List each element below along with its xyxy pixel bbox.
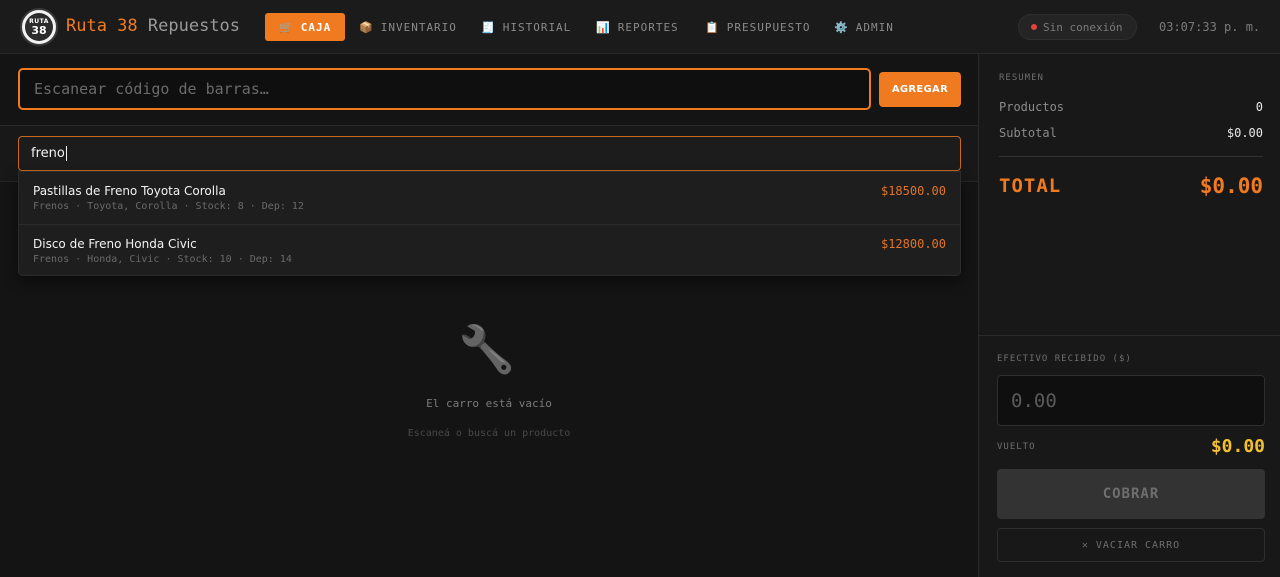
brand-name: Ruta 38 Repuestos — [66, 16, 240, 36]
gear-icon: ⚙️ — [834, 20, 849, 34]
brand-name-accent: Ruta 38 — [66, 16, 138, 36]
nav-tab-label: CAJA — [300, 20, 332, 34]
nav-tab-label: REPORTES — [617, 20, 679, 34]
brand-logo[interactable]: RUTA 38 — [20, 8, 58, 46]
charge-button[interactable]: COBRAR — [997, 469, 1265, 519]
add-button[interactable]: AGREGAR — [879, 72, 961, 107]
checkout-sidebar: RESUMEN Productos 0 Subtotal $0.00 TOTAL… — [978, 54, 1280, 577]
offline-dot-icon — [1031, 24, 1037, 30]
change-label: VUELTO — [997, 441, 1036, 452]
cash-received-label: EFECTIVO RECIBIDO ($) — [997, 354, 1132, 364]
barcode-scan-placeholder: Escanear código de barras… — [34, 80, 269, 98]
receipt-icon: 🧾 — [481, 20, 496, 34]
summary-heading: RESUMEN — [999, 73, 1044, 83]
subtotal-value: $0.00 — [1226, 126, 1263, 140]
change-row: VUELTO $0.00 — [997, 436, 1265, 457]
cash-received-placeholder: 0.00 — [1011, 389, 1057, 412]
connection-status-text: Sin conexión — [1043, 20, 1123, 34]
clipboard-icon: 📋 — [705, 20, 720, 34]
product-search-input[interactable]: freno — [18, 136, 961, 171]
empty-cart-title: El carro está vacío — [426, 397, 552, 410]
result-product-name: Pastillas de Freno Toyota Corolla — [33, 184, 226, 198]
nav-tab-admin[interactable]: ⚙️ ADMIN — [834, 13, 894, 41]
result-product-price: $18500.00 — [880, 184, 946, 198]
empty-cart-subtitle: Escaneá o buscá un producto — [407, 428, 571, 439]
change-value: $0.00 — [1210, 436, 1265, 457]
text-caret — [65, 146, 67, 161]
barcode-scan-input[interactable]: Escanear código de barras… — [18, 68, 871, 110]
summary-total-row: TOTAL $0.00 — [999, 174, 1263, 198]
result-product-meta: Frenos · Toyota, Corolla · Stock: 8 · De… — [33, 201, 304, 212]
nav-tab-historial[interactable]: 🧾 HISTORIAL — [481, 13, 571, 41]
nav-tab-caja[interactable]: 🛒 CAJA — [265, 13, 346, 41]
total-value: $0.00 — [1199, 174, 1263, 198]
divider — [999, 156, 1263, 157]
products-count: 0 — [1255, 100, 1263, 114]
wrench-icon: 🔧 — [458, 322, 516, 376]
connection-status-badge: Sin conexión — [1018, 14, 1137, 40]
search-result-item[interactable]: Pastillas de Freno Toyota Corolla Frenos… — [19, 172, 960, 224]
nav-tab-presupuesto[interactable]: 📋 PRESUPUESTO — [705, 13, 811, 41]
logo-badge: RUTA 38 — [25, 13, 53, 41]
logo-line-2: 38 — [31, 23, 47, 37]
products-label: Productos — [999, 100, 1065, 114]
product-search-value: freno — [31, 146, 65, 161]
search-results-dropdown: Pastillas de Freno Toyota Corolla Frenos… — [18, 171, 961, 276]
nav-tab-inventario[interactable]: 📦 INVENTARIO — [359, 13, 457, 41]
result-product-price: $12800.00 — [880, 237, 946, 251]
bar-chart-icon: 📊 — [596, 20, 611, 34]
package-icon: 📦 — [359, 20, 374, 34]
cash-received-input[interactable]: 0.00 — [997, 375, 1265, 426]
clock: 03:07:33 p. m. — [1159, 20, 1261, 34]
search-result-item[interactable]: Disco de Freno Honda Civic Frenos · Hond… — [19, 224, 960, 276]
result-product-meta: Frenos · Honda, Civic · Stock: 10 · Dep:… — [33, 254, 292, 265]
nav-tab-label: PRESUPUESTO — [726, 20, 811, 34]
top-bar: RUTA 38 Ruta 38 Repuestos 🛒 CAJA 📦 INVEN… — [0, 0, 1280, 54]
total-label: TOTAL — [999, 175, 1062, 197]
nav-tab-label: INVENTARIO — [380, 20, 457, 34]
cart-icon: 🛒 — [279, 20, 294, 34]
brand-name-rest: Repuestos — [147, 16, 241, 36]
clear-cart-button[interactable]: ✕ VACIAR CARRO — [997, 528, 1265, 562]
nav-tab-label: ADMIN — [855, 20, 894, 34]
summary-subtotal-row: Subtotal $0.00 — [999, 126, 1263, 140]
subtotal-label: Subtotal — [999, 126, 1057, 140]
nav-tab-label: HISTORIAL — [502, 20, 572, 34]
payment-section: EFECTIVO RECIBIDO ($) 0.00 VUELTO $0.00 … — [979, 335, 1280, 577]
summary-products-row: Productos 0 — [999, 100, 1263, 114]
nav-tab-reportes[interactable]: 📊 REPORTES — [596, 13, 679, 41]
result-product-name: Disco de Freno Honda Civic — [33, 237, 197, 251]
